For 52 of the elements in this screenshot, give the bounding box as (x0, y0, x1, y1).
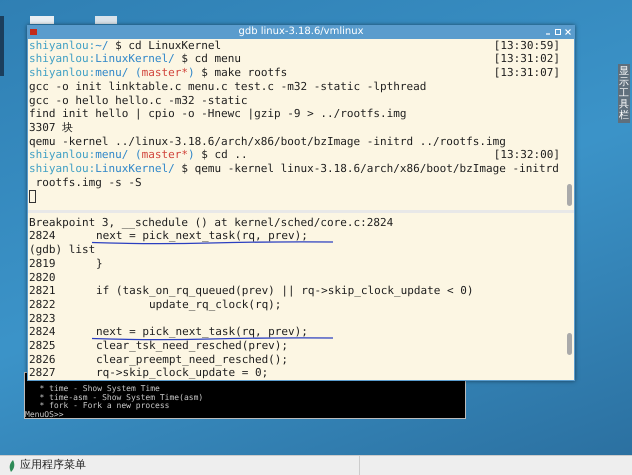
panel-edge (0, 16, 4, 76)
terminal-line: shiyanlou:menu/ (master*) $ make rootfs (29, 66, 288, 80)
line-number: 2827 (29, 366, 56, 380)
line-number: 2824 (29, 229, 56, 244)
timestamp: [13:32:00] (494, 148, 560, 162)
code-line: next = pick_next_task(rq, prev); (96, 325, 308, 339)
terminal-line: shiyanlou:menu/ (master*) $ cd .. (29, 148, 248, 162)
code-line: update_rq_clock(rq); (148, 298, 282, 312)
code-line: (gdb) list (29, 243, 96, 257)
line-number: 2822 (29, 298, 56, 312)
code-line: clear_tsk_need_resched(prev); (96, 338, 288, 353)
applications-menu[interactable]: 应用程序菜单 (20, 457, 86, 474)
console-line: * time-asm - Show System Time(asm) (38, 394, 204, 402)
text-cursor (29, 190, 36, 202)
line-number: 2826 (29, 352, 56, 366)
terminal-line: 3307 块 (29, 120, 74, 135)
scrollbar-thumb[interactable] (567, 184, 572, 206)
console-line: * fork - Fork a new process (38, 402, 170, 410)
code-line: } (96, 256, 103, 271)
terminal-line: gcc -o init linktable.c menu.c test.c -m32 -static -lpthread (29, 80, 426, 94)
desktop-icon[interactable] (95, 16, 117, 24)
code-line: if (task_on_rq_queued(prev) || rq->skip_clock_update < 0) (96, 284, 474, 298)
desktop-icon[interactable] (30, 16, 54, 24)
maximize-icon[interactable] (554, 28, 562, 36)
line-number: 2823 (29, 312, 56, 326)
terminal-line: shiyanlou:~/ $ cd LinuxKernel (29, 38, 222, 52)
terminal-line: gcc -o hello hello.c -m32 -static (29, 94, 248, 108)
leaf-icon (8, 460, 16, 472)
terminal-line: shiyanlou:LinuxKernel/ $ cd menu (29, 52, 241, 66)
console-line: * time - Show System Time (38, 385, 161, 394)
scrollbar-thumb[interactable] (567, 332, 572, 355)
terminal-line: find init hello | cpio -o -Hnewc |gzip -9 > ../rootfs.img (29, 107, 406, 121)
line-number: 2825 (29, 338, 56, 353)
code-line: clear_preempt_need_resched(); (96, 352, 288, 366)
line-number: 2824 (29, 325, 56, 339)
terminal-line: shiyanlou:LinuxKernel/ $ qemu -kernel linux-3.18.6/arch/x86/boot/bzImage -initrd (29, 162, 559, 176)
window-title: gdb linux-3.18.6/vmlinux (238, 26, 364, 38)
line-number: 2821 (29, 284, 56, 298)
timestamp: [13:31:02] (494, 52, 560, 66)
app-icon (30, 28, 37, 35)
terminal-line: rootfs.img -s -S (34, 176, 142, 190)
toolbar-toggle-tab[interactable]: 显示工具栏 (618, 64, 630, 123)
timestamp: [13:30:59] (494, 38, 560, 52)
code-line: Breakpoint 3, __schedule () at kernel/sched/core.c:2824 (29, 216, 394, 230)
close-icon[interactable] (564, 28, 572, 36)
terminal-line: qemu -kernel ../linux-3.18.6/arch/x86/boot/bzImage -initrd ../rootfs.img (29, 134, 506, 148)
code-line: next = pick_next_task(rq, prev); (96, 229, 308, 244)
code-line: rq->skip_clock_update = 0; (96, 366, 268, 380)
line-number: 2820 (29, 270, 56, 284)
console-line: MenuOS>> (25, 410, 65, 419)
timestamp: [13:31:07] (494, 66, 560, 80)
line-number: 2819 (29, 256, 56, 271)
